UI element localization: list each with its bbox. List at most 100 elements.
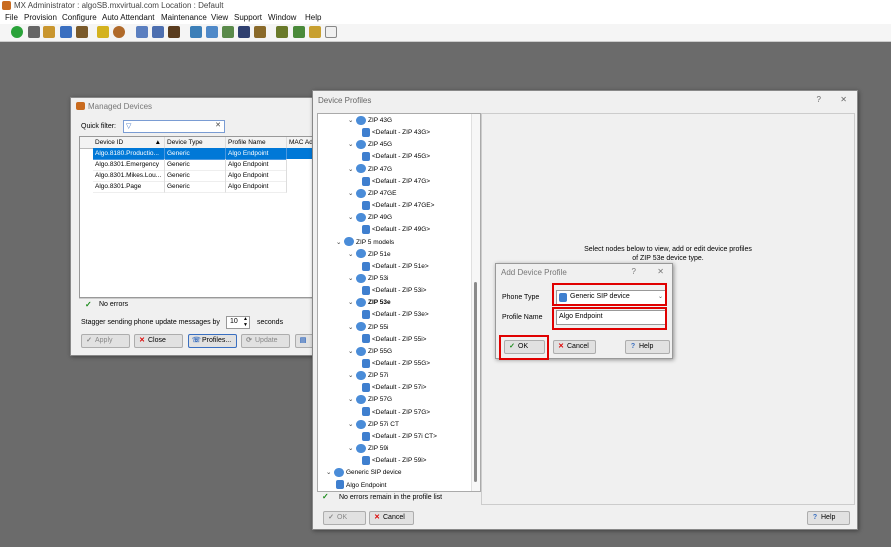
chevron-down-icon[interactable]: ⌄	[348, 188, 356, 200]
help-title-button[interactable]: ?	[817, 95, 821, 104]
tree-profile-node[interactable]: <Default - ZIP 57i>	[362, 382, 426, 394]
tree-profile-node[interactable]: <Default - ZIP 47G>	[362, 176, 430, 188]
stepper-arrows-icon[interactable]: ▲ ▼	[243, 316, 248, 328]
tree-model-node[interactable]: ⌄ ZIP 55i	[348, 322, 388, 334]
chevron-down-icon[interactable]: ⌄	[348, 297, 356, 309]
tree-model-node[interactable]: ⌄ ZIP 57i CT	[348, 419, 399, 431]
table-row[interactable]: Algo.8301.Mikes.Lou... Generic Algo Endp…	[93, 170, 316, 182]
chevron-down-icon[interactable]: ⌄	[348, 164, 356, 176]
tree-model-node[interactable]: ⌄ ZIP 53e	[348, 297, 391, 309]
menu-help[interactable]: Help	[305, 13, 321, 22]
report-icon[interactable]	[152, 26, 164, 38]
tree-profile-node[interactable]: <Default - ZIP 45G>	[362, 151, 430, 163]
quick-filter-input[interactable]: ▽ ✕	[123, 120, 225, 133]
tree-profile-node[interactable]: <Default - ZIP 53e>	[362, 309, 429, 321]
tree-model-node[interactable]: ⌄ ZIP 45G	[348, 139, 392, 151]
clear-filter-icon[interactable]: ✕	[215, 121, 221, 129]
document-icon[interactable]	[136, 26, 148, 38]
phones-icon[interactable]	[206, 26, 218, 38]
add-profile-help-title-button[interactable]: ?	[632, 267, 636, 276]
tree-scrollbar-thumb[interactable]	[474, 282, 477, 482]
tree-profile-node[interactable]: <Default - ZIP 55i>	[362, 334, 426, 346]
calendar-icon[interactable]	[254, 26, 266, 38]
profiles-cancel-button[interactable]: ✕ Cancel	[369, 511, 414, 525]
tree-scrollbar[interactable]	[471, 114, 480, 491]
tree-profile-node[interactable]: <Default - ZIP 47GE>	[362, 200, 434, 212]
add-profile-cancel-button[interactable]: ✕ Cancel	[553, 340, 596, 354]
tree-model-node[interactable]: ⌄ ZIP 47G	[348, 164, 392, 176]
tree-profile-node[interactable]: <Default - ZIP 59i>	[362, 455, 426, 467]
help-pointer-icon[interactable]	[325, 26, 337, 38]
package-icon[interactable]	[276, 26, 288, 38]
network-icon[interactable]	[190, 26, 202, 38]
tree-model-node[interactable]: ⌄ ZIP 53i	[348, 273, 388, 285]
route-icon[interactable]	[293, 26, 305, 38]
tree-profile-node[interactable]: <Default - ZIP 55G>	[362, 358, 430, 370]
chevron-down-icon[interactable]: ⌄	[348, 273, 356, 285]
chevron-down-icon[interactable]: ⌄	[348, 322, 356, 334]
tree-model-node[interactable]: ⌄ ZIP 55G	[348, 346, 392, 358]
chevron-down-icon[interactable]: ⌄	[348, 419, 356, 431]
user-key-icon[interactable]	[309, 26, 321, 38]
tools-icon[interactable]	[168, 26, 180, 38]
managed-devices-title: Managed Devices	[88, 102, 153, 111]
add-profile-close-title-button[interactable]: ✕	[657, 267, 664, 276]
tree-profile-node[interactable]: <Default - ZIP 43G>	[362, 127, 430, 139]
chevron-down-icon[interactable]: ⌄	[326, 467, 334, 479]
menu-view[interactable]: View	[211, 13, 228, 22]
tree-profile-node[interactable]: <Default - ZIP 57i CT>	[362, 431, 437, 443]
tree-model-node[interactable]: ⌄ ZIP 51e	[348, 249, 391, 261]
chevron-down-icon[interactable]: ⌄	[348, 249, 356, 261]
tree-model-node[interactable]: ⌄ ZIP 47GE	[348, 188, 396, 200]
add-profile-help-button[interactable]: ? Help	[625, 340, 670, 354]
tree-profile-node[interactable]: Algo Endpoint	[336, 480, 386, 492]
menu-auto-attendant[interactable]: Auto Attendant	[102, 13, 155, 22]
monitor-icon[interactable]	[238, 26, 250, 38]
stack-icon[interactable]	[43, 26, 55, 38]
profiles-ok-button[interactable]: ✓ OK	[323, 511, 366, 525]
chevron-down-icon[interactable]: ⌄	[348, 346, 356, 358]
tree-profile-node[interactable]: <Default - ZIP 57G>	[362, 407, 430, 419]
connect-icon[interactable]	[11, 26, 23, 38]
close-title-button[interactable]: ✕	[840, 95, 847, 104]
tree-profile-node[interactable]: <Default - ZIP 53i>	[362, 285, 426, 297]
clock-icon[interactable]	[113, 26, 125, 38]
printer-icon[interactable]	[28, 26, 40, 38]
edit-icon[interactable]	[97, 26, 109, 38]
users-icon[interactable]	[60, 26, 72, 38]
tree-profile-node[interactable]: <Default - ZIP 51e>	[362, 261, 429, 273]
profiles-button[interactable]: ☏Profiles...	[188, 334, 237, 348]
menu-support[interactable]: Support	[234, 13, 262, 22]
menu-provision[interactable]: Provision	[24, 13, 57, 22]
menu-window[interactable]: Window	[268, 13, 296, 22]
chevron-down-icon[interactable]: ⌄	[348, 370, 356, 382]
tree-model-node[interactable]: ⌄ ZIP 57i	[348, 370, 388, 382]
chevron-down-icon[interactable]: ⌄	[348, 394, 356, 406]
table-row[interactable]: Algo.8301.Emergency Generic Algo Endpoin…	[93, 159, 316, 171]
close-button[interactable]: ✕ Close	[134, 334, 183, 348]
chevron-down-icon[interactable]: ⌄	[348, 139, 356, 151]
menu-file[interactable]: File	[5, 13, 18, 22]
tree-profile-node[interactable]: <Default - ZIP 49G>	[362, 224, 430, 236]
tree-model-node[interactable]: ⌄ ZIP 43G	[348, 115, 392, 127]
table-row[interactable]: Algo.8180.Productio... Generic Algo Endp…	[93, 148, 316, 160]
chevron-down-icon[interactable]: ⌄	[348, 115, 356, 127]
list-icon[interactable]	[222, 26, 234, 38]
menu-maintenance[interactable]: Maintenance	[161, 13, 207, 22]
tree-model-node[interactable]: ⌄ ZIP 59i	[348, 443, 388, 455]
tree-group-node[interactable]: ⌄ ZIP 5 models	[336, 237, 394, 249]
stagger-stepper[interactable]: 10 ▲ ▼	[226, 316, 250, 329]
tree-model-node[interactable]: ⌄ ZIP 49G	[348, 212, 392, 224]
menu-configure[interactable]: Configure	[62, 13, 97, 22]
profiles-help-button[interactable]: ? Help	[807, 511, 850, 525]
chevron-down-icon[interactable]: ⌄	[348, 443, 356, 455]
table-row[interactable]: Algo.8301.Page Generic Algo Endpoint	[93, 181, 316, 193]
update-button[interactable]: ⟳ Update	[241, 334, 290, 348]
chevron-down-icon[interactable]: ⌄	[348, 212, 356, 224]
tree-model-node[interactable]: ⌄ ZIP 57G	[348, 394, 392, 406]
apply-button[interactable]: ✓ Apply	[81, 334, 130, 348]
user-group-icon[interactable]	[76, 26, 88, 38]
tree-node-label: <Default - ZIP 45G>	[372, 153, 431, 161]
tree-group-node[interactable]: ⌄ Generic SIP device	[326, 467, 402, 479]
chevron-down-icon[interactable]: ⌄	[336, 237, 344, 249]
